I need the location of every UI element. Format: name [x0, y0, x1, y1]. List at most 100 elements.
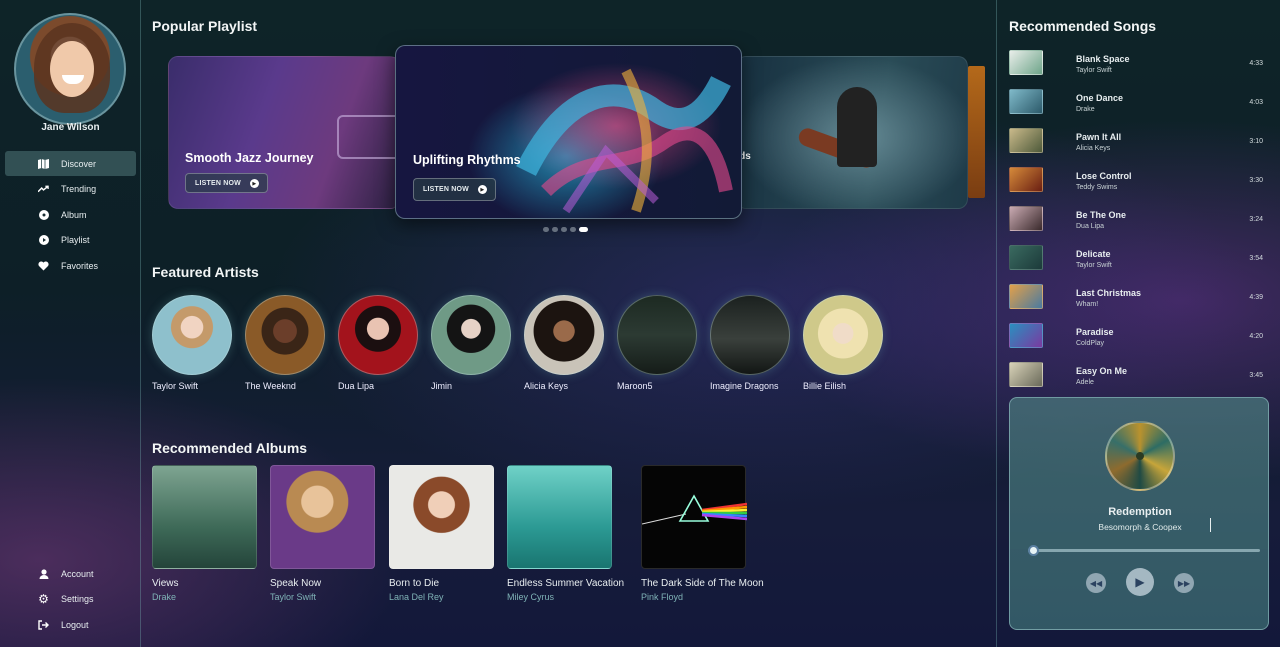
artist-photo	[524, 295, 604, 375]
carousel-dots	[543, 227, 588, 232]
avatar[interactable]	[14, 13, 126, 125]
play-circle-icon: ▶	[249, 179, 259, 188]
playlist-slide-peek[interactable]	[968, 66, 985, 198]
song-row[interactable]: Blank Space Taylor Swift 4:33	[1009, 48, 1269, 87]
song-row[interactable]: Delicate Taylor Swift 3:54	[1009, 243, 1269, 282]
song-row[interactable]: Easy On Me Adele 3:45	[1009, 360, 1269, 399]
drum-image	[337, 115, 399, 159]
artist-photo	[617, 295, 697, 375]
right-panel: Recommended Songs Blank Space Taylor Swi…	[996, 0, 1280, 647]
fast-forward-button[interactable]: ▶▶	[1174, 573, 1194, 593]
progress-knob[interactable]	[1027, 545, 1039, 556]
carousel-dot[interactable]	[543, 227, 549, 232]
fast-forward-icon: ▶▶	[1177, 578, 1191, 588]
artist-card[interactable]: Maroon5	[617, 295, 710, 395]
artist-photo	[710, 295, 790, 375]
artist-list: Taylor Swift The Weeknd Dua Lipa Jimin A…	[152, 295, 896, 395]
nav-item-favorites[interactable]: Favorites	[5, 253, 136, 278]
song-row[interactable]: Last Christmas Wham! 4:39	[1009, 282, 1269, 321]
album-card[interactable]: Speak Now Taylor Swift	[270, 465, 375, 602]
prism-image	[642, 494, 747, 525]
artist-card[interactable]: Dua Lipa	[338, 295, 431, 395]
now-playing-artist: Besomorph & Coopex	[1098, 522, 1182, 532]
song-row[interactable]: Paradise ColdPlay 4:20	[1009, 321, 1269, 360]
nav-item-account[interactable]: Account	[5, 561, 136, 586]
dancers-image	[516, 68, 733, 214]
song-thumbnail	[1009, 50, 1043, 75]
user-icon	[38, 568, 49, 579]
album-icon	[38, 209, 49, 220]
now-playing-cover	[1105, 421, 1175, 491]
carousel-dot[interactable]	[570, 227, 576, 232]
now-playing-panel: Redemption Besomorph & Coopex ◀◀ ▶ ▶▶	[1009, 397, 1269, 630]
guitarist-image	[837, 87, 877, 167]
album-card[interactable]: Endless Summer Vacation Miley Cyrus	[507, 465, 624, 602]
main-content: Popular Playlist Smooth Jazz Journey LIS…	[141, 0, 996, 647]
song-thumbnail	[1009, 323, 1043, 348]
play-icon: ▶	[1135, 575, 1145, 589]
play-button[interactable]: ▶	[1126, 568, 1154, 596]
map-icon	[38, 158, 49, 169]
playlist-slide-jazz[interactable]: Smooth Jazz Journey LISTEN NOW ▶	[168, 56, 400, 209]
gear-icon: ⚙	[38, 592, 49, 606]
now-playing-title: Redemption	[1108, 506, 1172, 518]
sidebar: Jane Wilson Discover Trending Album Play…	[0, 0, 141, 647]
carousel-dot[interactable]	[552, 227, 558, 232]
song-row[interactable]: Be The One Dua Lipa 3:24	[1009, 204, 1269, 243]
rewind-button[interactable]: ◀◀	[1086, 573, 1106, 593]
album-cover	[389, 465, 494, 569]
listen-now-button[interactable]: LISTEN NOW ▶	[413, 178, 496, 201]
playlist-slide-rock[interactable]: ods	[736, 56, 968, 209]
album-card[interactable]: The Dark Side of The Moon Pink Floyd	[641, 465, 764, 602]
album-cover	[507, 465, 612, 569]
artist-photo	[431, 295, 511, 375]
recommended-albums-title: Recommended Albums	[152, 440, 308, 456]
nav-item-logout[interactable]: Logout	[5, 612, 136, 637]
song-thumbnail	[1009, 362, 1043, 387]
playlist-slide-uplifting[interactable]: Uplifting Rhythms LISTEN NOW ▶	[395, 45, 742, 219]
song-list: Blank Space Taylor Swift 4:33 One Dance …	[1009, 48, 1269, 399]
nav-item-album[interactable]: Album	[5, 202, 136, 227]
recommended-songs-title: Recommended Songs	[1009, 18, 1157, 34]
logout-icon	[38, 619, 49, 630]
artist-photo	[803, 295, 883, 375]
artist-card[interactable]: Alicia Keys	[524, 295, 617, 395]
song-row[interactable]: Lose Control Teddy Swims 3:30	[1009, 165, 1269, 204]
artist-card[interactable]: Jimin	[431, 295, 524, 395]
album-cover	[641, 465, 747, 569]
play-circle-icon: ▶	[477, 185, 487, 194]
progress-bar[interactable]	[1028, 549, 1260, 552]
nav-item-discover[interactable]: Discover	[5, 151, 136, 176]
nav-item-playlist[interactable]: Playlist	[5, 228, 136, 253]
album-cover	[270, 465, 375, 569]
artist-card[interactable]: Taylor Swift	[152, 295, 245, 395]
nav-item-settings[interactable]: ⚙ Settings	[5, 587, 136, 612]
album-card[interactable]: Views Drake	[152, 465, 257, 602]
album-card[interactable]: Born to Die Lana Del Rey	[389, 465, 494, 602]
slide-title: Smooth Jazz Journey	[185, 151, 314, 165]
listen-now-button[interactable]: LISTEN NOW ▶	[185, 173, 268, 193]
artist-card[interactable]: The Weeknd	[245, 295, 338, 395]
album-cover	[152, 465, 257, 569]
song-thumbnail	[1009, 206, 1043, 231]
nav-item-trending[interactable]: Trending	[5, 177, 136, 202]
song-row[interactable]: One Dance Drake 4:03	[1009, 87, 1269, 126]
playlist-icon	[38, 235, 49, 246]
artist-card[interactable]: Imagine Dragons	[710, 295, 803, 395]
artist-photo	[152, 295, 232, 375]
carousel-dot[interactable]	[561, 227, 567, 232]
text-cursor	[1210, 518, 1211, 532]
heart-icon	[38, 260, 49, 271]
song-thumbnail	[1009, 167, 1043, 192]
song-thumbnail	[1009, 245, 1043, 270]
carousel-dot-active[interactable]	[579, 227, 588, 232]
song-thumbnail	[1009, 284, 1043, 309]
popular-playlist-title: Popular Playlist	[152, 18, 258, 34]
song-thumbnail	[1009, 128, 1043, 153]
song-row[interactable]: Pawn It All Alicia Keys 3:10	[1009, 126, 1269, 165]
user-name: Jane Wilson	[41, 122, 100, 133]
account-nav: Account ⚙ Settings Logout	[5, 561, 136, 638]
artist-card[interactable]: Billie Eilish	[803, 295, 896, 395]
artist-photo	[338, 295, 418, 375]
slide-title: Uplifting Rhythms	[413, 153, 521, 167]
